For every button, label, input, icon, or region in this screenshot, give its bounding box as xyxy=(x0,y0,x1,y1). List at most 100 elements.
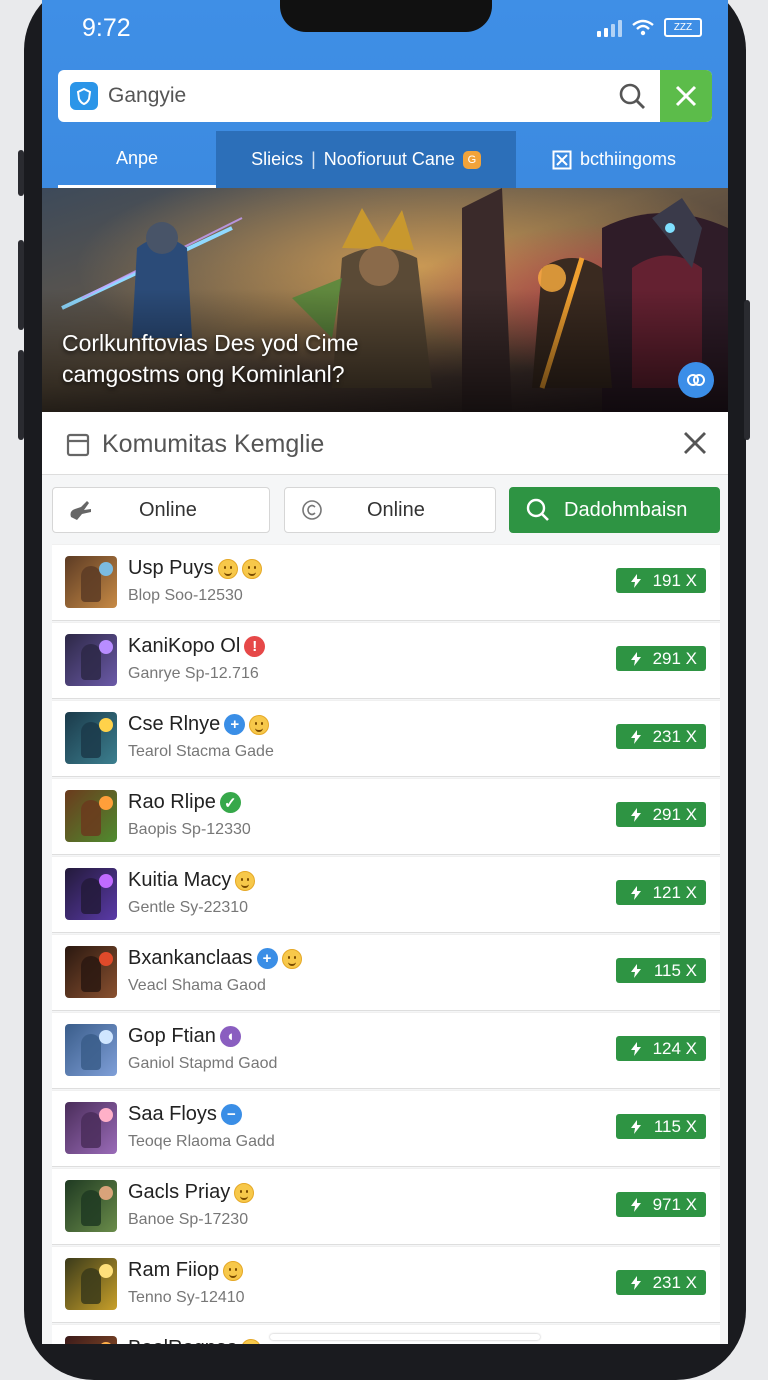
score-value: 121 X xyxy=(652,882,697,902)
score-badge[interactable]: 115 X xyxy=(616,1114,706,1139)
score-badge[interactable]: 231 X xyxy=(616,1270,706,1295)
window-icon xyxy=(66,433,90,457)
list-item[interactable]: Usp Puys Blop Soo-12530 191 X xyxy=(52,544,720,621)
score-value: 291 X xyxy=(652,804,697,824)
smile-emoji-icon xyxy=(217,558,238,579)
search-input[interactable]: Gangyie xyxy=(108,84,186,108)
player-avatar[interactable] xyxy=(65,790,117,842)
score-badge[interactable]: 121 X xyxy=(616,880,706,905)
player-avatar[interactable] xyxy=(65,556,117,608)
smile-emoji-icon xyxy=(241,558,262,579)
home-indicator[interactable] xyxy=(270,1334,540,1340)
wifi-icon xyxy=(632,19,654,36)
volume-down-button xyxy=(18,350,24,440)
player-avatar[interactable] xyxy=(65,946,117,998)
copyright-icon xyxy=(302,500,322,520)
tab-bcthiingoms[interactable]: bcthiingoms xyxy=(516,131,712,188)
lightning-icon xyxy=(631,1042,641,1056)
blue-plus-icon: + xyxy=(256,948,278,969)
player-name-line: Rao Rlipe ✓ xyxy=(128,791,241,814)
player-name: Bxankanclaas xyxy=(128,947,253,969)
filter-online-2[interactable]: Online xyxy=(284,487,496,533)
signal-icon xyxy=(597,19,622,37)
player-name: BoolRognas xyxy=(128,1337,237,1344)
score-value: 231 X xyxy=(652,726,697,746)
list-item[interactable]: Cse Rlnye + Tearol Stacma Gade 231 X xyxy=(52,700,720,777)
search-icon xyxy=(526,498,549,521)
panel-header: Komumitas Kemglie xyxy=(42,412,728,475)
filter-label: Online xyxy=(139,498,197,521)
tab-label: Slieics xyxy=(251,149,304,169)
player-avatar[interactable] xyxy=(65,712,117,764)
player-avatar[interactable] xyxy=(65,1180,117,1232)
player-name: Saa Floys xyxy=(128,1103,217,1125)
search-icon[interactable] xyxy=(618,82,646,110)
player-avatar[interactable] xyxy=(65,1102,117,1154)
player-name-line: BoolRognas xyxy=(128,1337,261,1344)
score-badge[interactable]: 115 X xyxy=(616,958,706,983)
list-item[interactable]: Saa Floys − Teoqe Rlaoma Gadd 115 X xyxy=(52,1090,720,1167)
list-item[interactable]: Bxankanclaas + Veacl Shama Gaod 115 X xyxy=(52,934,720,1011)
score-badge[interactable]: 291 X xyxy=(616,802,706,827)
lightning-icon xyxy=(631,574,641,588)
lightning-icon xyxy=(631,1120,641,1134)
smile-emoji-icon xyxy=(234,1182,255,1203)
tab-label: bcthiingoms xyxy=(579,149,677,169)
score-value: 115 X xyxy=(653,960,697,980)
close-panel-icon[interactable] xyxy=(682,430,708,456)
lightning-icon xyxy=(631,1198,641,1212)
player-name: Gacls Priay xyxy=(128,1181,231,1203)
clear-search-button[interactable] xyxy=(660,70,712,122)
list-item[interactable]: Gop Ftian ◖ Ganiol Stapmd Gaod 124 X xyxy=(52,1012,720,1089)
purple-shield-icon: ◖ xyxy=(219,1026,241,1047)
player-name: Kuitia Macy xyxy=(128,869,232,891)
player-name-line: Ram Fiiop xyxy=(128,1259,244,1282)
lightning-icon xyxy=(631,886,641,900)
player-list: Usp Puys Blop Soo-12530 191 X KaniKopo Ol! G… xyxy=(52,544,720,1344)
app-header: 9:72 ZZZ Gangyie Anpe Slieics | Noofioru… xyxy=(42,0,728,188)
search-bar[interactable]: Gangyie xyxy=(58,70,712,122)
power-button xyxy=(744,300,750,440)
list-item[interactable]: Gacls Priay Banoe Sp-17230 971 X xyxy=(52,1168,720,1245)
player-name-line: Gacls Priay xyxy=(128,1181,255,1204)
player-name-line: KaniKopo Ol! xyxy=(128,635,266,658)
smile-emoji-icon xyxy=(223,1260,244,1281)
banner-action-button[interactable] xyxy=(678,362,714,398)
player-avatar[interactable] xyxy=(65,1024,117,1076)
app-logo-icon xyxy=(70,82,98,110)
player-name: Cse Rlnye xyxy=(128,713,221,735)
player-avatar[interactable] xyxy=(65,868,117,920)
score-badge[interactable]: 971 X xyxy=(616,1192,706,1217)
filter-online-1[interactable]: Online xyxy=(52,487,270,533)
score-value: 124 X xyxy=(652,1038,697,1058)
tab-anpe[interactable]: Anpe xyxy=(58,131,216,188)
player-subtitle: Blop Soo-12530 xyxy=(128,587,243,604)
player-avatar[interactable] xyxy=(65,1258,117,1310)
tab-separator: | xyxy=(311,149,316,169)
score-badge[interactable]: 291 X xyxy=(616,646,706,671)
list-item[interactable]: Rao Rlipe ✓ Baopis Sp-12330 291 X xyxy=(52,778,720,855)
score-badge[interactable]: 191 X xyxy=(616,568,706,593)
volume-up-button xyxy=(18,240,24,330)
score-value: 971 X xyxy=(652,1194,697,1214)
score-badge[interactable]: 231 X xyxy=(616,724,706,749)
featured-banner[interactable]: Corlkunftovias Des yod Cime camgostms on… xyxy=(42,188,728,412)
list-item[interactable]: Ram Fiiop Tenno Sy-12410 231 X xyxy=(52,1246,720,1323)
player-avatar[interactable] xyxy=(65,634,117,686)
list-item[interactable]: KaniKopo Ol! Ganrye Sp-12.716 291 X xyxy=(52,622,720,699)
banner-title-line1: Corlkunftovias Des yod Cime xyxy=(62,330,359,356)
tab-slieics[interactable]: Slieics | Noofioruut Cane G xyxy=(216,131,516,188)
game-badge-icon: G xyxy=(462,150,481,169)
player-subtitle: Ganiol Stapmd Gaod xyxy=(128,1055,278,1072)
boxed-x-icon xyxy=(552,150,572,169)
player-subtitle: Baopis Sp-12330 xyxy=(128,821,251,838)
player-subtitle: Gentle Sy-22310 xyxy=(128,899,249,916)
panel-title: Komumitas Kemglie xyxy=(102,430,325,458)
search-filter-button[interactable]: Dadohmbaisn xyxy=(509,487,720,533)
player-avatar[interactable] xyxy=(65,1336,117,1344)
list-item[interactable]: Kuitia Macy Gentle Sy-22310 121 X xyxy=(52,856,720,933)
player-subtitle: Ganrye Sp-12.716 xyxy=(128,665,259,682)
player-subtitle: Banoe Sp-17230 xyxy=(128,1211,249,1228)
tab-bar: Anpe Slieics | Noofioruut Cane G bcthiin… xyxy=(58,131,712,188)
score-badge[interactable]: 124 X xyxy=(616,1036,706,1061)
